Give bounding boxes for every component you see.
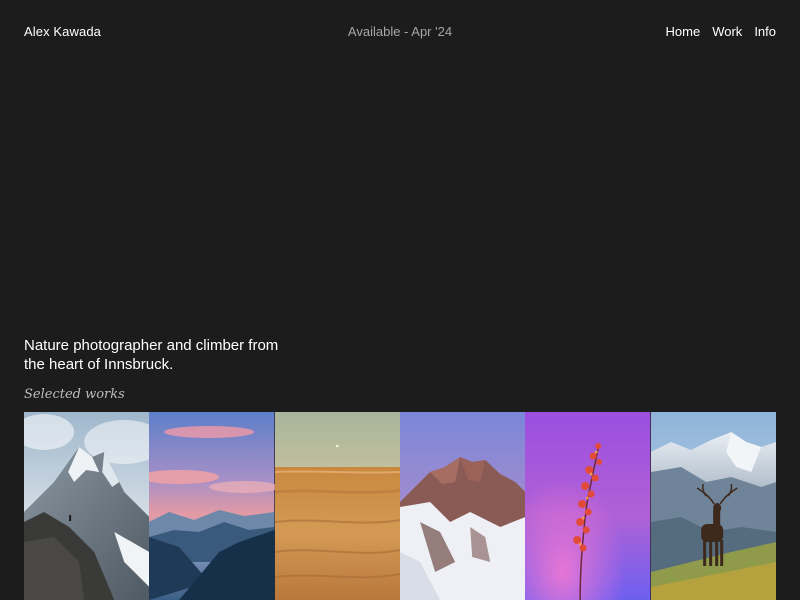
nav-info-link[interactable]: Info (754, 24, 776, 40)
selected-works-heading: Selected works (24, 387, 125, 402)
nav-work-link[interactable]: Work (712, 24, 742, 40)
gallery-item-deer-alpine[interactable] (650, 412, 776, 600)
top-bar: Alex Kawada Available - Apr '24 Home Wor… (0, 0, 800, 64)
deer-alpine-meadow-photo (650, 412, 776, 600)
gallery-item-pink-sunset[interactable] (149, 412, 275, 600)
works-gallery (24, 412, 776, 600)
gallery-item-dolomites[interactable] (399, 412, 526, 600)
main-nav: Home Work Info (666, 24, 776, 40)
dolomites-snow-peaks-photo (399, 412, 526, 600)
snowy-peak-climber-photo (24, 412, 150, 600)
red-flower-purple-photo (525, 412, 651, 600)
gallery-item-red-flower[interactable] (525, 412, 651, 600)
pink-sunset-mountains-photo (149, 412, 275, 600)
gallery-item-snowy-peak[interactable] (24, 412, 150, 600)
desert-dunes-photo (274, 412, 400, 600)
nav-home-link[interactable]: Home (666, 24, 701, 40)
intro-text: Nature photographer and climber from the… (24, 337, 279, 373)
gallery-item-desert-dunes[interactable] (274, 412, 400, 600)
